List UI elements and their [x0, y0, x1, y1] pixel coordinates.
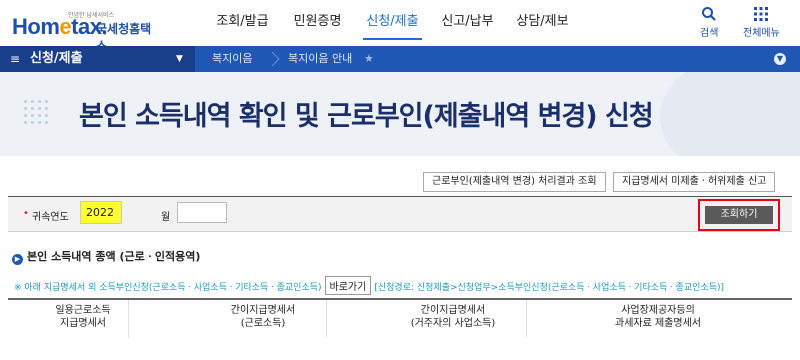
search-icon — [702, 7, 716, 21]
search-label: 검색 — [700, 28, 719, 39]
notice-text: ※ 아래 지급명세서 외 소득부인신청(근로소득ㆍ사업소득ㆍ기타소득ㆍ종교인소득… — [14, 276, 724, 295]
column-header-daily-wage: 일용근로소득 지급명세서 — [55, 305, 111, 329]
all-menu-shortcut[interactable]: 전체메뉴 — [743, 6, 780, 39]
year-select[interactable]: 2022 — [80, 201, 122, 224]
search-button[interactable]: 조회하기 — [705, 206, 773, 224]
breadcrumb-welfare-guide[interactable]: 복지이음 안내 — [288, 46, 352, 72]
processing-result-button[interactable]: 근로부인(제출내역 변경) 처리결과 조회 — [423, 172, 606, 192]
hometax-logo[interactable]: 안녕한 납세서비스 Hometax. 국세청홈택스 — [12, 6, 162, 53]
banner-decoration — [660, 72, 800, 156]
section-heading-text: 본인 소득내역 종액 (근로ㆍ인적용역) — [27, 250, 201, 263]
column-divider — [326, 300, 327, 338]
column-divider — [128, 300, 129, 338]
highlight-annotation: 조회하기 — [698, 199, 780, 231]
section-heading: ▶ 본인 소득내역 종액 (근로ㆍ인적용역) — [12, 248, 200, 265]
search-form: • 귀속연도 2022 월 조회하기 — [8, 196, 792, 232]
column-header-platform-provider: 사업장제공자등의 과세자료 제출명세서 — [615, 305, 701, 329]
location-title: 신청/제출 — [30, 51, 83, 66]
non-submission-report-button[interactable]: 지급명세서 미제출ㆍ허위제출 신고 — [613, 172, 776, 192]
all-menu-label: 전체메뉴 — [743, 28, 780, 39]
column-header-simple-business: 간이지급명세서 (거주자의 사업소득) — [410, 305, 496, 329]
breadcrumb-welfare[interactable]: 복지이음 — [212, 46, 252, 72]
income-table-header: 일용근로소득 지급명세서 간이지급명세서 (근로소득) 간이지급명세서 (거주자의 사… — [8, 298, 792, 338]
column-header-simple-earned: 간이지급명세서 (근로소득) — [230, 305, 296, 329]
notice-prefix: ※ 아래 지급명세서 외 소득부인신청(근로소득ㆍ사업소득ㆍ기타소득ㆍ종교인소득… — [14, 283, 322, 293]
arrow-right-circle-icon: ▶ — [12, 254, 23, 265]
page-title: 본인 소득내역 확인 및 근로부인(제출내역 변경) 신청 — [79, 101, 654, 132]
caret-down-icon: ▼ — [176, 54, 183, 64]
breadcrumb-separator-icon — [271, 51, 280, 67]
nav-civil-certificate[interactable]: 민원증명 — [280, 0, 355, 44]
favorite-star-icon[interactable]: ★ — [364, 46, 374, 72]
nav-application-submission[interactable]: 신청/제출 — [355, 0, 430, 44]
search-shortcut[interactable]: 검색 — [700, 6, 718, 39]
logo-wordmark: Hometax. — [12, 14, 108, 39]
column-divider — [526, 300, 527, 338]
month-label: 월 — [161, 212, 171, 223]
title-banner: 본인 소득내역 확인 및 근로부인(제출내역 변경) 신청 — [0, 72, 800, 156]
notice-path: [신청경로: 신청제출>신청업무>소득부인신청(근로소득ㆍ사업소득ㆍ기타소득ㆍ종… — [374, 283, 725, 293]
nav-report-payment[interactable]: 신고/납부 — [430, 0, 505, 44]
top-header: 안녕한 납세서비스 Hometax. 국세청홈택스 조회/발급 민원증명 신청/… — [0, 0, 800, 53]
main-nav: 조회/발급 민원증명 신청/제출 신고/납부 상담/제보 — [205, 0, 580, 44]
year-label: 귀속연도 — [32, 212, 69, 223]
nav-inquiry-issue[interactable]: 조회/발급 — [205, 0, 280, 44]
location-menu-toggle[interactable]: ≡ 신청/제출 ▼ — [0, 46, 195, 72]
hamburger-icon: ≡ — [10, 52, 21, 66]
shortcut-button[interactable]: 바로가기 — [324, 276, 372, 295]
location-bar: ≡ 신청/제출 ▼ 복지이음 복지이음 안내 ★ ▼ — [0, 46, 800, 72]
grid-menu-icon — [754, 7, 769, 21]
month-input[interactable] — [177, 202, 227, 223]
nav-consult-report[interactable]: 상담/제보 — [505, 0, 580, 44]
dot-pattern-icon — [22, 98, 50, 126]
expand-chevron-icon[interactable]: ▼ — [774, 53, 786, 65]
required-mark: • — [23, 208, 29, 219]
